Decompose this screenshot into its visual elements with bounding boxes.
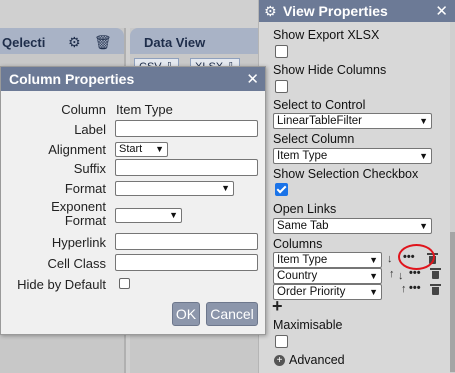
label-field[interactable] <box>115 120 258 137</box>
chevron-down-icon: ▼ <box>419 221 428 231</box>
alignment-value: Start <box>119 143 143 155</box>
show-hide-columns-label: Show Hide Columns <box>273 63 387 77</box>
show-export-xlsx-checkbox[interactable] <box>275 45 288 58</box>
show-hide-columns-checkbox[interactable] <box>275 80 288 93</box>
hyperlink-field[interactable] <box>115 233 258 250</box>
show-selection-checkbox-label: Show Selection Checkbox <box>273 167 419 181</box>
ok-button[interactable]: OK <box>172 302 200 326</box>
view-properties-title: View Properties <box>283 3 388 19</box>
cell-class-label: Cell Class <box>47 256 106 271</box>
format-select[interactable]: ▼ <box>115 181 234 196</box>
left-panel-title-fragment: Qelecti <box>2 35 46 50</box>
column-select-value: Item Type <box>277 254 328 266</box>
column-label: Column <box>61 102 106 117</box>
select-column-dropdown[interactable]: Item Type ▼ <box>273 148 432 164</box>
maximisable-label: Maximisable <box>273 318 343 332</box>
show-selection-checkbox[interactable] <box>275 183 288 196</box>
trash-icon[interactable] <box>430 268 441 279</box>
gear-icon: ⚙ <box>264 3 277 19</box>
chevron-down-icon: ▼ <box>221 183 230 193</box>
exponent-format-label-line1: Exponent <box>51 199 106 214</box>
plus-circle-icon[interactable]: + <box>274 355 285 366</box>
column-select-value: Country <box>277 270 318 282</box>
chevron-down-icon: ▼ <box>419 151 428 161</box>
alignment-select[interactable]: Start ▼ <box>115 142 168 157</box>
open-links-value: Same Tab <box>277 220 329 232</box>
chevron-down-icon: ▼ <box>369 271 378 281</box>
select-column-label: Select Column <box>273 132 355 146</box>
column-properties-header: Column Properties ✕ <box>1 67 265 91</box>
alignment-label: Alignment <box>48 142 106 157</box>
cell-class-field[interactable] <box>115 254 258 271</box>
open-links-dropdown[interactable]: Same Tab ▼ <box>273 218 432 234</box>
column-select-1[interactable]: Item Type ▼ <box>273 252 382 268</box>
view-properties-panel: ⚙ View Properties ✕ Show Export XLSX Sho… <box>258 0 455 373</box>
scrollbar-thumb[interactable] <box>450 232 455 372</box>
trash-icon[interactable]: 🗑 <box>94 34 112 51</box>
column-value: Item Type <box>116 102 173 117</box>
label-field-label: Label <box>74 122 106 137</box>
advanced-toggle[interactable]: Advanced <box>289 353 345 367</box>
exponent-format-select[interactable]: ▼ <box>115 208 182 223</box>
select-column-value: Item Type <box>277 150 328 162</box>
exponent-format-label-line2: Format <box>64 213 106 228</box>
open-links-label: Open Links <box>273 202 337 216</box>
chevron-down-icon: ▼ <box>419 116 428 126</box>
cancel-button[interactable]: Cancel <box>206 302 258 326</box>
columns-label: Columns <box>273 237 323 251</box>
trash-icon[interactable] <box>430 284 441 295</box>
close-icon[interactable]: ✕ <box>435 2 448 20</box>
add-column-icon[interactable]: + <box>272 296 283 317</box>
format-label: Format <box>64 181 106 196</box>
chevron-down-icon: ▼ <box>369 255 378 265</box>
maximisable-checkbox[interactable] <box>275 335 288 348</box>
chevron-down-icon: ▼ <box>169 210 178 220</box>
chevron-down-icon: ▼ <box>155 144 164 154</box>
exponent-format-label: Exponent Format <box>51 200 106 228</box>
data-view-title: Data View <box>144 35 206 50</box>
select-to-control-dropdown[interactable]: LinearTableFilter ▼ <box>273 113 432 129</box>
column-properties-dialog: Column Properties ✕ Column Item Type Lab… <box>0 66 266 335</box>
hide-by-default-label: Hide by Default <box>17 277 106 292</box>
column-select-3[interactable]: Order Priority ▼ <box>273 284 382 300</box>
select-to-control-label: Select to Control <box>273 98 366 112</box>
suffix-field[interactable] <box>115 159 258 176</box>
view-properties-header: ⚙ View Properties ✕ <box>259 0 455 22</box>
left-panel-header: Qelecti ⚙ 🗑 <box>0 28 124 54</box>
hyperlink-label: Hyperlink <box>51 235 106 250</box>
move-down-icon[interactable]: ↓ <box>398 270 404 282</box>
hide-by-default-checkbox[interactable] <box>119 278 130 289</box>
column-select-value: Order Priority <box>277 286 346 298</box>
move-down-icon[interactable]: ↓ <box>387 253 393 265</box>
more-options-icon[interactable]: ••• <box>409 282 421 294</box>
chevron-down-icon: ▼ <box>369 287 378 297</box>
scrollbar[interactable] <box>450 22 455 373</box>
annotation-circle <box>398 244 435 270</box>
data-view-header: Data View <box>130 28 258 54</box>
column-properties-title: Column Properties <box>9 71 135 87</box>
column-select-2[interactable]: Country ▼ <box>273 268 382 284</box>
select-to-control-value: LinearTableFilter <box>277 115 363 127</box>
suffix-label: Suffix <box>73 161 106 176</box>
close-icon[interactable]: ✕ <box>246 70 259 88</box>
move-up-icon[interactable]: ↑ <box>389 268 395 280</box>
gear-icon[interactable]: ⚙ <box>68 34 81 51</box>
show-export-xlsx-label: Show Export XLSX <box>273 28 380 42</box>
move-up-icon[interactable]: ↑ <box>401 283 407 295</box>
